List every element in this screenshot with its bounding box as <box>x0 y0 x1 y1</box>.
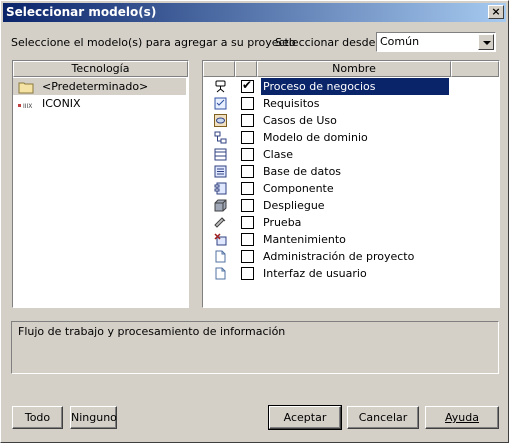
use-case-icon <box>214 114 227 127</box>
requirements-icon <box>214 97 227 110</box>
model-list-item[interactable]: ✔ Despliegue <box>203 197 499 214</box>
model-list-item[interactable]: ✔ Interfaz de usuario <box>203 265 499 282</box>
technology-item[interactable]: IIIX ICONIX <box>13 95 186 112</box>
model-checkbox[interactable]: ✔ <box>241 97 254 110</box>
technology-list[interactable]: Tecnología <Predeterminado> IIIX ICONIX <box>12 60 189 308</box>
model-item-label: Base de datos <box>263 165 342 178</box>
instruction-label: Seleccione el modelo(s) para agregar a s… <box>11 36 296 49</box>
select-models-dialog: Seleccionar modelo(s) × Seleccione el mo… <box>0 0 509 443</box>
deployment-icon <box>214 199 227 212</box>
iconix-icon: IIIX <box>18 98 38 115</box>
model-list[interactable]: Nombre ✔ Proceso de negocios ✔ Requisitos ✔ C… <box>202 60 500 308</box>
model-item-label: Prueba <box>263 216 302 229</box>
model-item-label: Mantenimiento <box>263 233 346 246</box>
model-item-label: Proceso de negocios <box>261 78 449 95</box>
domain-model-icon <box>214 131 227 144</box>
model-list-item[interactable]: ✔ Casos de Uso <box>203 112 499 129</box>
model-item-label: Requisitos <box>263 97 320 110</box>
check-column-header[interactable] <box>235 61 257 77</box>
maintenance-icon <box>214 233 227 246</box>
select-none-button[interactable]: Ninguno <box>70 406 117 429</box>
select-from-label: Seleccionar desde: <box>275 36 380 49</box>
model-checkbox[interactable]: ✔ <box>241 182 254 195</box>
description-text: Flujo de trabajo y procesamiento de info… <box>18 325 286 338</box>
technology-item-label: <Predeterminado> <box>42 80 149 93</box>
business-process-icon <box>214 80 227 93</box>
check-icon: ✔ <box>242 78 253 92</box>
model-list-item[interactable]: ✔ Base de datos <box>203 163 499 180</box>
model-list-item[interactable]: ✔ Requisitos <box>203 95 499 112</box>
model-checkbox[interactable]: ✔ <box>241 216 254 229</box>
ok-button[interactable]: Aceptar <box>268 405 342 430</box>
model-checkbox[interactable]: ✔ <box>241 148 254 161</box>
model-checkbox[interactable]: ✔ <box>241 78 254 93</box>
model-list-item[interactable]: ✔ Clase <box>203 146 499 163</box>
model-checkbox[interactable]: ✔ <box>241 267 254 280</box>
chevron-down-icon[interactable] <box>478 34 494 50</box>
model-list-item[interactable]: ✔ Proceso de negocios <box>203 78 499 95</box>
window-title: Seleccionar modelo(s) <box>6 5 157 19</box>
model-item-label: Componente <box>263 182 334 195</box>
close-button[interactable]: × <box>488 5 504 19</box>
cancel-button[interactable]: Cancelar <box>347 406 419 429</box>
svg-text:IIIX: IIIX <box>23 103 32 110</box>
help-button[interactable]: Ayuda <box>425 406 499 429</box>
test-icon <box>214 216 227 229</box>
model-checkbox[interactable]: ✔ <box>241 250 254 263</box>
technology-item-label: ICONIX <box>42 97 81 110</box>
model-item-label: Clase <box>263 148 293 161</box>
model-checkbox[interactable]: ✔ <box>241 165 254 178</box>
model-list-item[interactable]: ✔ Administración de proyecto <box>203 248 499 265</box>
title-bar: Seleccionar modelo(s) × <box>3 3 506 22</box>
name-column-header[interactable]: Nombre <box>257 61 451 77</box>
component-icon <box>214 182 227 195</box>
close-icon: × <box>491 5 501 18</box>
technology-column-header[interactable]: Tecnología <box>13 61 188 77</box>
spare-column-header[interactable] <box>451 61 499 77</box>
icon-column-header[interactable] <box>203 61 235 77</box>
select-from-value: Común <box>380 35 420 48</box>
description-box: Flujo de trabajo y procesamiento de info… <box>11 321 499 374</box>
model-checkbox[interactable]: ✔ <box>241 233 254 246</box>
model-item-label: Modelo de dominio <box>263 131 368 144</box>
model-checkbox[interactable]: ✔ <box>241 114 254 127</box>
model-checkbox[interactable]: ✔ <box>241 199 254 212</box>
model-item-label: Administración de proyecto <box>263 250 415 263</box>
document-icon <box>214 250 227 263</box>
model-list-item[interactable]: ✔ Mantenimiento <box>203 231 499 248</box>
select-from-dropdown[interactable]: Común <box>376 32 496 52</box>
model-list-item[interactable]: ✔ Modelo de dominio <box>203 129 499 146</box>
help-button-label: Ayuda <box>445 411 479 424</box>
model-item-label: Casos de Uso <box>263 114 337 127</box>
model-item-label: Despliegue <box>263 199 325 212</box>
model-checkbox[interactable]: ✔ <box>241 131 254 144</box>
model-item-label: Interfaz de usuario <box>263 267 367 280</box>
database-icon <box>214 165 227 178</box>
model-list-item[interactable]: ✔ Prueba <box>203 214 499 231</box>
class-icon <box>214 148 227 161</box>
model-list-item[interactable]: ✔ Componente <box>203 180 499 197</box>
technology-item[interactable]: <Predeterminado> <box>13 78 186 95</box>
document-icon <box>214 267 227 280</box>
select-all-button[interactable]: Todo <box>12 406 63 429</box>
